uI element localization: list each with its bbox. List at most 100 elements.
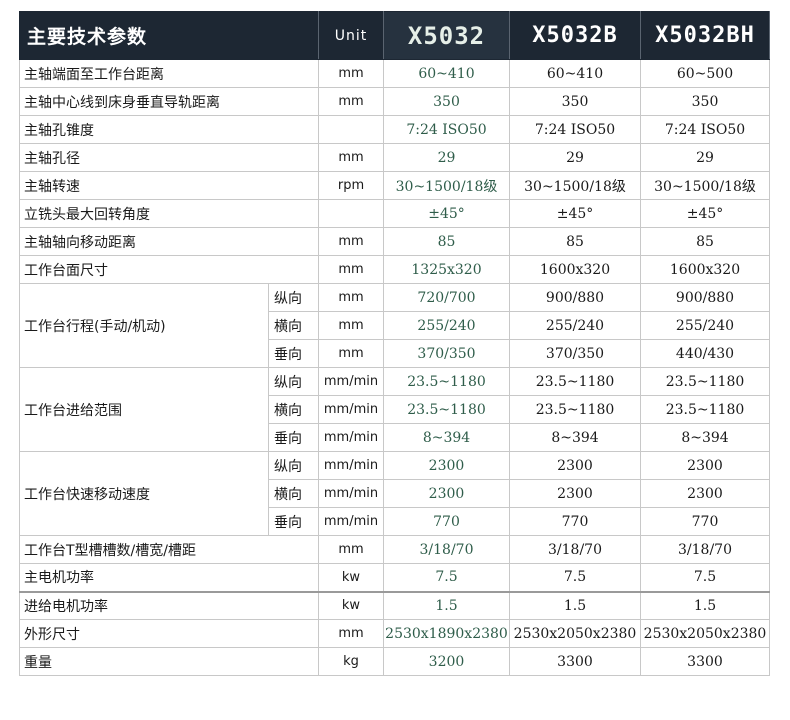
unit-cell: mm/min [318, 395, 384, 424]
value-cell: 370/350 [383, 339, 510, 368]
value-cell: 1600x320 [640, 255, 770, 284]
unit-cell: mm [318, 311, 384, 340]
spec-sheet: 主要技术参数 Unit X5032 X5032B X5032BH 主轴端面至工作… [0, 0, 790, 720]
value-cell: 7.5 [509, 563, 641, 592]
value-cell: 2300 [383, 479, 510, 508]
unit-cell: kw [318, 563, 384, 592]
value-cell: 60~500 [640, 59, 770, 88]
model-header-x5032bh: X5032BH [640, 11, 770, 60]
table-row: 主轴孔锥度 7:24 ISO50 7:24 ISO50 7:24 ISO50 [19, 115, 770, 144]
value-cell: 255/240 [383, 311, 510, 340]
table-row: 工作台快速移动速度 纵向 mm/min 2300 2300 2300 [19, 451, 770, 536]
value-cell: 60~410 [383, 59, 510, 88]
value-cell: 2530x2050x2380 [640, 619, 770, 648]
value-cell: 1.5 [383, 590, 510, 620]
spec-table: 主要技术参数 Unit X5032 X5032B X5032BH 主轴端面至工作… [19, 11, 770, 676]
unit-cell [318, 199, 384, 228]
model-header-x5032b: X5032B [509, 11, 641, 60]
param-name: 进给电机功率 [19, 590, 319, 620]
direction-cell: 垂向 [268, 423, 319, 452]
group-name: 工作台进给范围 [19, 367, 269, 452]
unit-cell: mm/min [318, 507, 384, 536]
param-name: 主电机功率 [19, 563, 319, 592]
value-cell: 1325x320 [383, 255, 510, 284]
param-name: 工作台T型槽槽数/槽宽/槽距 [19, 535, 319, 564]
param-name: 工作台面尺寸 [19, 255, 319, 284]
value-cell: 3300 [509, 647, 641, 676]
unit-cell: mm [318, 227, 384, 256]
value-cell: 29 [383, 143, 510, 172]
value-cell: 2300 [640, 479, 770, 508]
direction-cell: 纵向 [268, 283, 319, 312]
value-cell: 720/700 [383, 283, 510, 312]
param-name: 立铣头最大回转角度 [19, 199, 319, 228]
value-cell: 255/240 [509, 311, 641, 340]
table-row: 工作台T型槽槽数/槽宽/槽距 mm 3/18/70 3/18/70 3/18/70 [19, 535, 770, 564]
table-row: 进给电机功率 kw 1.5 1.5 1.5 [19, 590, 770, 620]
value-cell: 255/240 [640, 311, 770, 340]
value-cell: ±45° [383, 199, 510, 228]
value-cell: 3200 [383, 647, 510, 676]
table-row: 主轴中心线到床身垂直导轨距离 mm 350 350 350 [19, 87, 770, 116]
direction-cell: 纵向 [268, 451, 319, 480]
direction-cell: 垂向 [268, 507, 319, 536]
param-name: 主轴孔锥度 [19, 115, 319, 144]
unit-cell: mm [318, 87, 384, 116]
value-cell: 30~1500/18级 [509, 171, 641, 200]
direction-cell: 横向 [268, 395, 319, 424]
value-cell: 350 [509, 87, 641, 116]
unit-cell: mm [318, 619, 384, 648]
unit-cell: mm [318, 255, 384, 284]
param-name: 重量 [19, 647, 319, 676]
value-cell: 29 [640, 143, 770, 172]
table-row: 工作台行程(手动/机动) 纵向 mm 720/700 900/880 900/880 [19, 283, 770, 368]
value-cell: 7:24 ISO50 [509, 115, 641, 144]
unit-cell: mm/min [318, 367, 384, 396]
value-cell: 7.5 [383, 563, 510, 592]
value-cell: 29 [509, 143, 641, 172]
value-cell: 85 [509, 227, 641, 256]
value-cell: 2530x1890x2380 [383, 619, 510, 648]
value-cell: 23.5~1180 [509, 395, 641, 424]
value-cell: 3300 [640, 647, 770, 676]
value-cell: 8~394 [383, 423, 510, 452]
param-name: 主轴中心线到床身垂直导轨距离 [19, 87, 319, 116]
group-name: 工作台行程(手动/机动) [19, 283, 269, 368]
value-cell: 7:24 ISO50 [383, 115, 510, 144]
value-cell: ±45° [640, 199, 770, 228]
direction-cell: 横向 [268, 311, 319, 340]
param-name: 外形尺寸 [19, 619, 319, 648]
unit-cell: mm [318, 143, 384, 172]
value-cell: 30~1500/18级 [640, 171, 770, 200]
value-cell: 23.5~1180 [383, 367, 510, 396]
value-cell: 900/880 [640, 283, 770, 312]
table-title: 主要技术参数 [19, 11, 319, 60]
value-cell: 7:24 ISO50 [640, 115, 770, 144]
value-cell: 2300 [509, 451, 641, 480]
direction-cell: 纵向 [268, 367, 319, 396]
unit-header: Unit [318, 11, 384, 60]
direction-cell: 横向 [268, 479, 319, 508]
table-body: 主轴端面至工作台距离 mm 60~410 60~410 60~500 主轴中心线到床身垂直… [19, 59, 770, 676]
value-cell: 2300 [640, 451, 770, 480]
table-row: 主电机功率 kw 7.5 7.5 7.5 [19, 563, 770, 592]
value-cell: 2300 [383, 451, 510, 480]
table-row: 工作台面尺寸 mm 1325x320 1600x320 1600x320 [19, 255, 770, 284]
value-cell: 23.5~1180 [640, 395, 770, 424]
param-name: 主轴端面至工作台距离 [19, 59, 319, 88]
param-name: 主轴转速 [19, 171, 319, 200]
value-cell: 440/430 [640, 339, 770, 368]
value-cell: 770 [509, 507, 641, 536]
value-cell: 30~1500/18级 [383, 171, 510, 200]
value-cell: 2300 [509, 479, 641, 508]
table-row: 工作台进给范围 纵向 mm/min 23.5~1180 23.5~1180 23.5~11… [19, 367, 770, 452]
value-cell: 900/880 [509, 283, 641, 312]
value-cell: 770 [640, 507, 770, 536]
value-cell: 7.5 [640, 563, 770, 592]
value-cell: 85 [383, 227, 510, 256]
value-cell: 3/18/70 [383, 535, 510, 564]
value-cell: ±45° [509, 199, 641, 228]
table-row: 主轴轴向移动距离 mm 85 85 85 [19, 227, 770, 256]
value-cell: 2530x2050x2380 [509, 619, 641, 648]
unit-cell: mm [318, 59, 384, 88]
